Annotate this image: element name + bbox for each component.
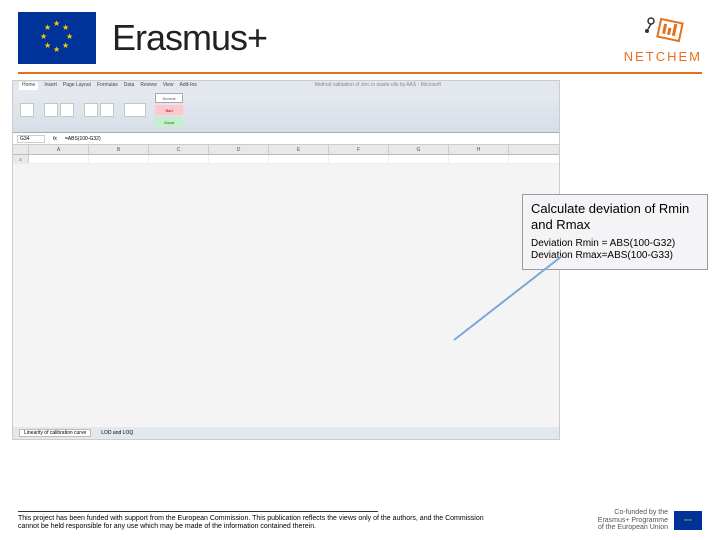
cell[interactable] xyxy=(329,155,389,163)
footer-divider xyxy=(18,511,378,512)
formula-input[interactable]: =ABS(100-G32) xyxy=(65,136,101,142)
callout-title: Calculate deviation of Rmin and Rmax xyxy=(531,201,699,234)
italic-icon[interactable] xyxy=(60,103,74,117)
tab-pagelayout[interactable]: Page Layout xyxy=(63,82,91,90)
callout-arrow-icon xyxy=(454,256,562,340)
excel-ribbon: Home Insert Page Layout Formulas Data Re… xyxy=(13,81,559,133)
column-headers: A B C D E F G H xyxy=(13,145,559,155)
col-E[interactable]: E xyxy=(269,145,329,154)
col-B[interactable]: B xyxy=(89,145,149,154)
cell[interactable] xyxy=(209,155,269,163)
col-G[interactable]: G xyxy=(389,145,449,154)
cell[interactable] xyxy=(389,155,449,163)
style-bad[interactable]: Bad xyxy=(155,105,183,115)
col-C[interactable]: C xyxy=(149,145,209,154)
window-title: Method validation of zinc in waste oils … xyxy=(315,82,441,90)
cell[interactable] xyxy=(149,155,209,163)
eu-flag-icon: ★★ ★★ ★★ ★★ xyxy=(18,12,96,64)
fx-icon[interactable]: fx xyxy=(53,136,57,142)
table-row: 8 xyxy=(13,155,559,164)
style-normal[interactable]: Normal xyxy=(155,93,183,103)
slide-footer: This project has been funded with suppor… xyxy=(18,511,702,533)
cofund-line3: of the European Union xyxy=(598,524,668,532)
tab-review[interactable]: Review xyxy=(140,82,156,90)
netchem-logo: NETCHEM xyxy=(624,13,702,64)
sheet-tab-1[interactable]: Linearity of calibration curve xyxy=(19,429,91,437)
align-left-icon[interactable] xyxy=(84,103,98,117)
worksheet-grid[interactable]: 8 xyxy=(13,155,559,164)
align-center-icon[interactable] xyxy=(100,103,114,117)
col-corner[interactable] xyxy=(13,145,29,154)
formula-bar: G34 fx =ABS(100-G32) xyxy=(13,133,559,145)
wrap-text-button[interactable] xyxy=(124,103,146,117)
netchem-icon xyxy=(641,13,685,49)
cell[interactable] xyxy=(89,155,149,163)
col-D[interactable]: D xyxy=(209,145,269,154)
netchem-label: NETCHEM xyxy=(624,49,702,64)
header-divider xyxy=(18,72,702,74)
row-number[interactable]: 8 xyxy=(13,155,29,163)
erasmus-logo-text: Erasmus+ xyxy=(112,17,267,59)
sheet-tab-2[interactable]: LOD and LOQ xyxy=(101,430,133,436)
name-box[interactable]: G34 xyxy=(17,135,45,143)
cell[interactable] xyxy=(449,155,509,163)
tab-insert[interactable]: Insert xyxy=(44,82,57,90)
cofund-line1: Co-funded by the xyxy=(598,509,668,517)
style-good[interactable]: Good xyxy=(155,117,183,127)
tab-data[interactable]: Data xyxy=(124,82,135,90)
sheet-tabs-bar: Linearity of calibration curve LOD and L… xyxy=(13,427,559,439)
cell[interactable] xyxy=(29,155,89,163)
ribbon-tabs: Home Insert Page Layout Formulas Data Re… xyxy=(13,81,559,91)
bold-icon[interactable] xyxy=(44,103,58,117)
paste-icon[interactable] xyxy=(20,103,34,117)
cell[interactable] xyxy=(269,155,329,163)
tab-formulas[interactable]: Formulas xyxy=(97,82,118,90)
callout-formula-1: Deviation Rmin = ABS(100-G32) xyxy=(531,238,699,251)
col-F[interactable]: F xyxy=(329,145,389,154)
tab-view[interactable]: View xyxy=(163,82,174,90)
col-H[interactable]: H xyxy=(449,145,509,154)
slide-header: ★★ ★★ ★★ ★★ Erasmus+ NETCHEM xyxy=(0,0,720,68)
tab-home[interactable]: Home xyxy=(19,82,38,90)
cofunded-badge: Co-funded by the Erasmus+ Programme of t… xyxy=(598,509,702,532)
disclaimer-text: This project has been funded with suppor… xyxy=(18,515,488,533)
col-A[interactable]: A xyxy=(29,145,89,154)
tab-addins[interactable]: Add-Ins xyxy=(180,82,197,90)
cofund-line2: Erasmus+ Programme xyxy=(598,517,668,525)
eu-mini-flag-icon: ★★★ xyxy=(674,511,702,530)
